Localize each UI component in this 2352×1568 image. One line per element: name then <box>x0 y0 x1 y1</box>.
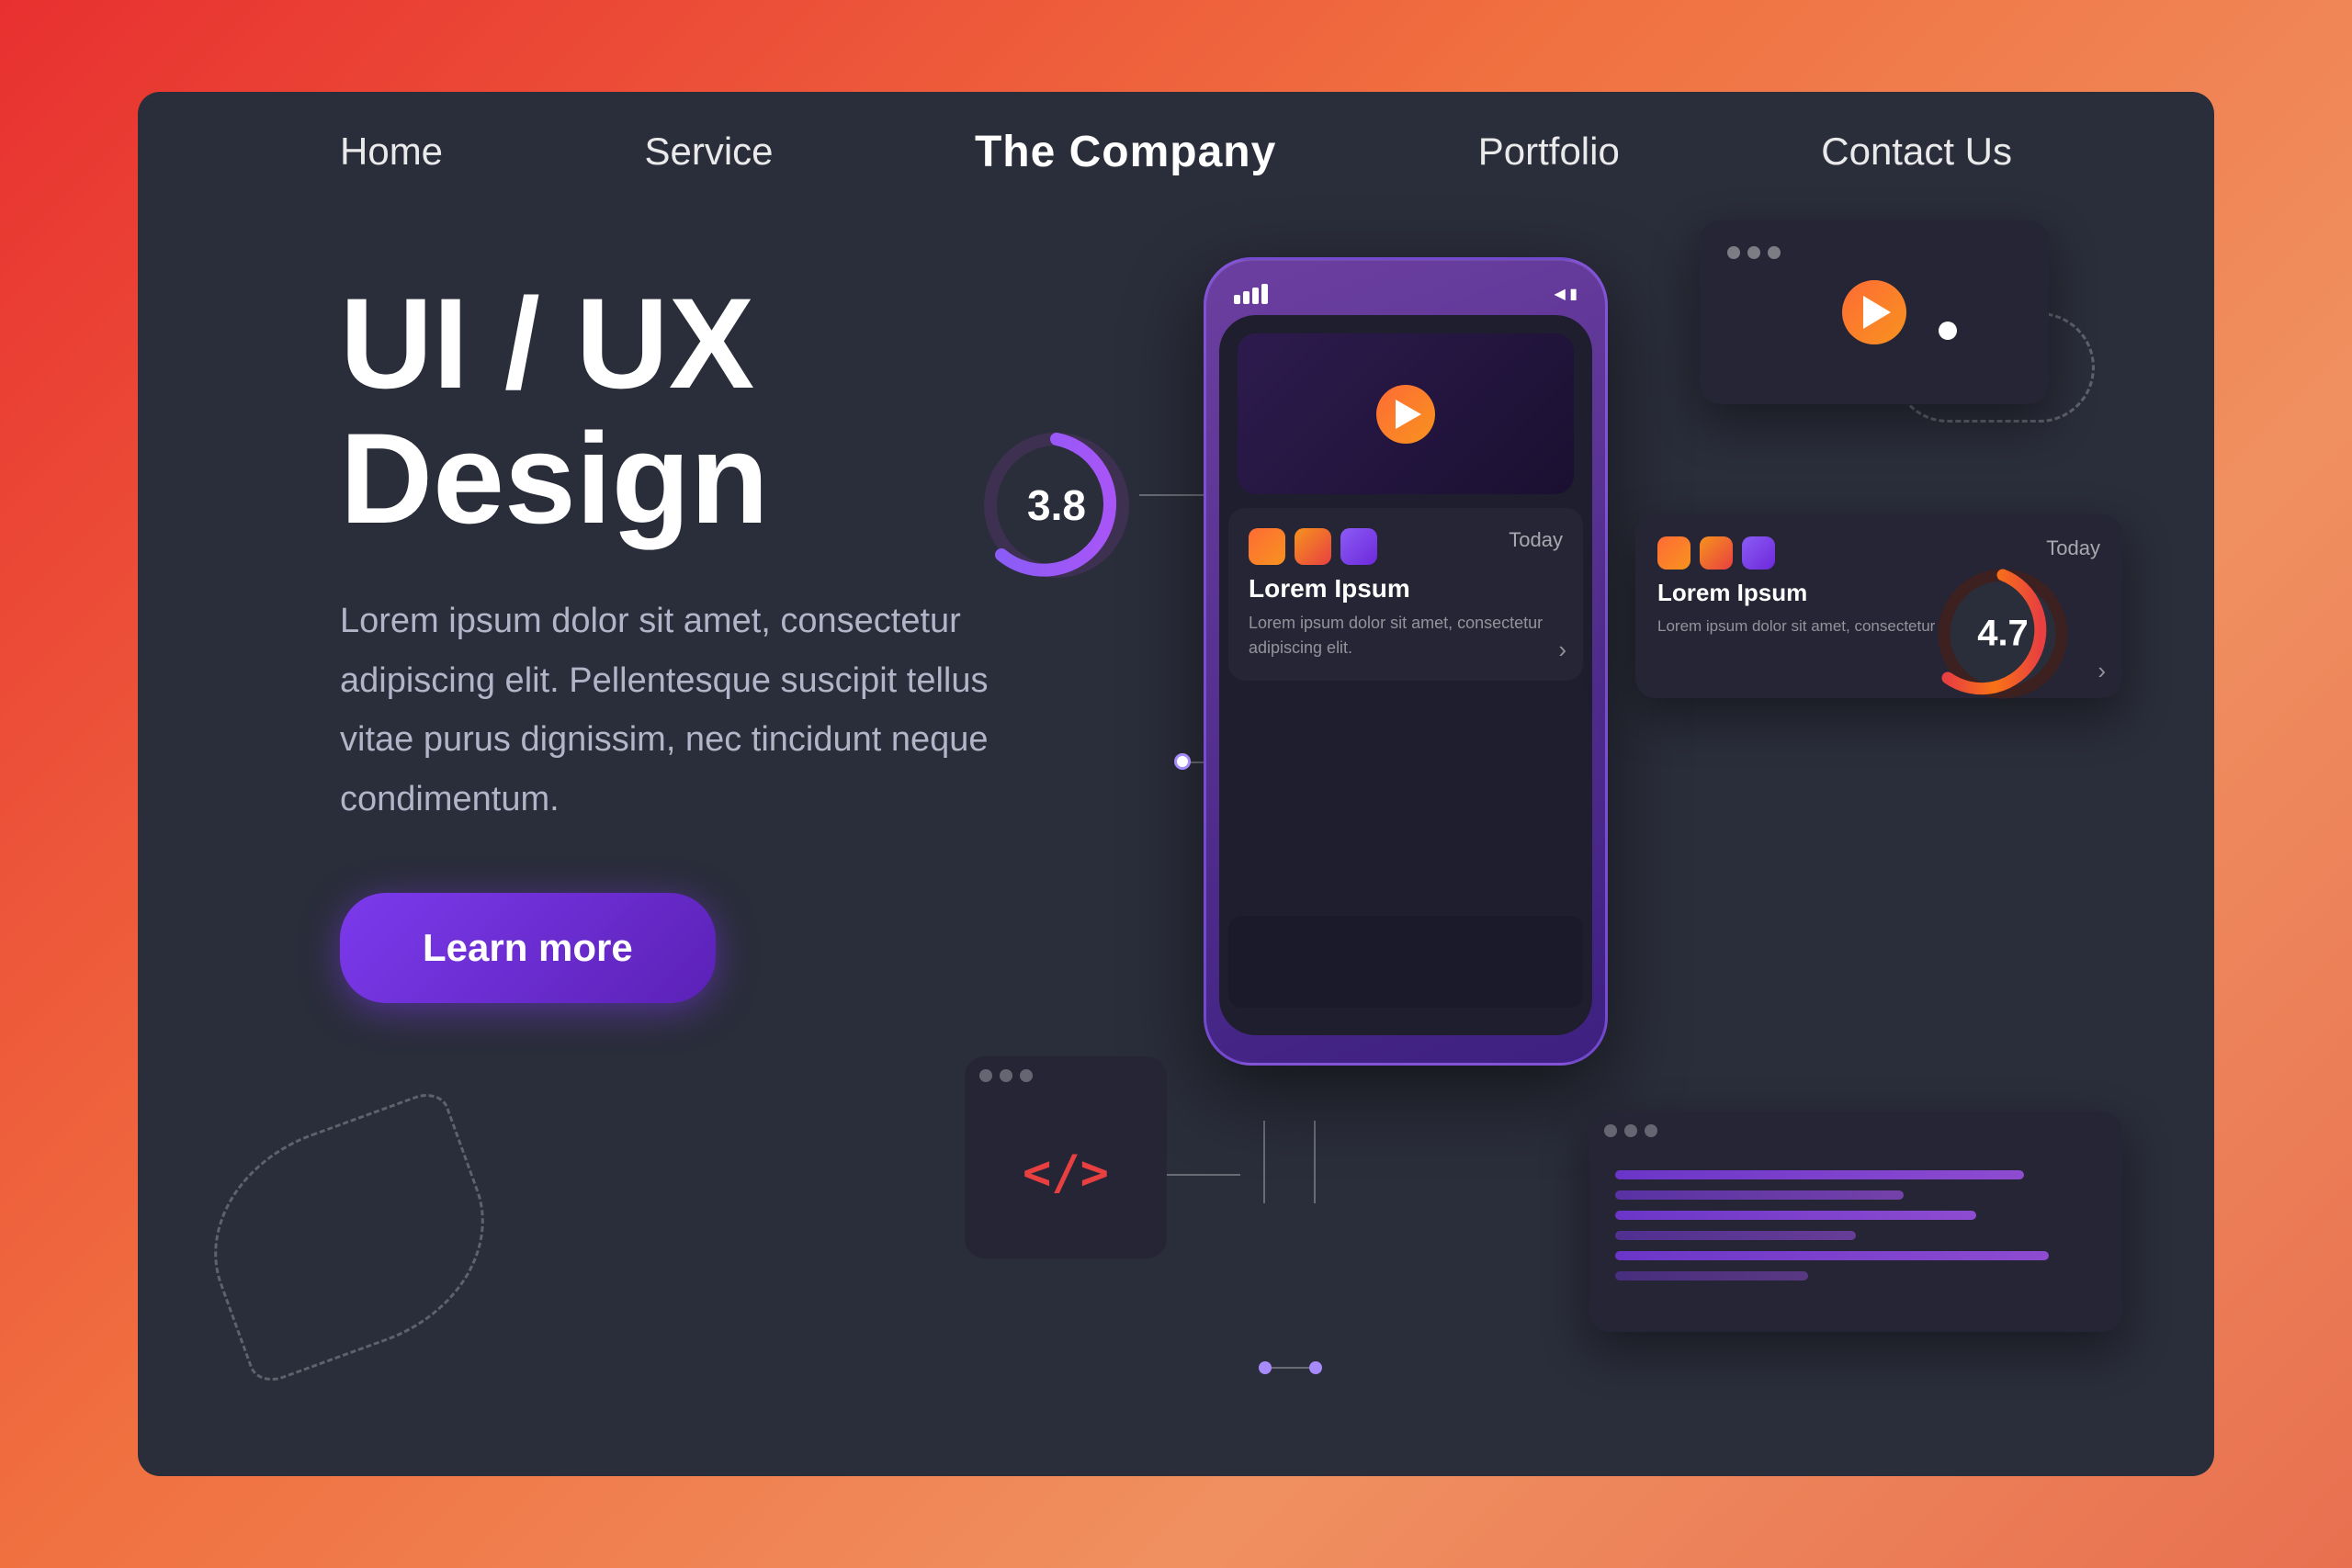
code-lines <box>1589 1143 2122 1280</box>
play-button[interactable] <box>1376 385 1435 444</box>
code-card-float <box>1589 1111 2122 1332</box>
lorem-title: Lorem Ipsum <box>1249 574 1563 604</box>
main-container: Home Service The Company Portfolio Conta… <box>138 92 2214 1476</box>
icon-orange <box>1249 528 1285 565</box>
dot-1 <box>979 1069 992 1082</box>
phone-screen: Today Lorem Ipsum Lorem ipsum dolor sit … <box>1219 315 1592 1035</box>
play-btn-large[interactable] <box>1842 280 1906 344</box>
phone-video-card <box>1238 333 1574 494</box>
icon-purple <box>1340 528 1377 565</box>
vdot-2 <box>1747 246 1760 259</box>
code-dots <box>965 1056 1167 1088</box>
learn-more-button[interactable]: Learn more <box>340 893 716 1003</box>
code-card-left: </> <box>965 1056 1167 1258</box>
connector-dot-top <box>1939 321 1957 340</box>
nav-portfolio[interactable]: Portfolio <box>1478 130 1620 174</box>
lorem-text: Lorem ipsum dolor sit amet, consectetur … <box>1249 611 1563 660</box>
vdot-3 <box>1768 246 1781 259</box>
nav-brand: The Company <box>975 127 1276 177</box>
cfc-dots <box>1589 1111 2122 1143</box>
vert-line-2 <box>1314 1121 1316 1203</box>
signal-bars <box>1234 284 1268 304</box>
connector-dot-mid <box>1174 753 1191 770</box>
today-label: Today <box>1509 528 1563 552</box>
code-line-4 <box>1615 1231 1856 1240</box>
cfc-dot-1 <box>1604 1124 1617 1137</box>
dashed-curve-decoration <box>182 1087 516 1388</box>
phone-empty-card <box>1228 916 1583 1008</box>
phone-area: 3.8 ◀ ▮ <box>946 202 2141 1442</box>
hero-title: UI / UX Design <box>340 276 1075 546</box>
code-line-3 <box>1615 1211 1976 1220</box>
nav-service[interactable]: Service <box>644 130 773 174</box>
phone-lorem-card: Today Lorem Ipsum Lorem ipsum dolor sit … <box>1228 508 1583 681</box>
arrow-icon: › <box>1558 636 1566 664</box>
video-card-float <box>1700 220 2049 404</box>
code-line-2 <box>1615 1190 1904 1200</box>
fc-icon-1 <box>1657 536 1690 570</box>
phone-mockup: ◀ ▮ Today Lorem Ipsum <box>1204 257 1608 1066</box>
hero-section: UI / UX Design Lorem ipsum dolor sit ame… <box>340 276 1075 1003</box>
nav-contact[interactable]: Contact Us <box>1821 130 2012 174</box>
code-line-1 <box>1615 1170 2024 1179</box>
fc-icon-3 <box>1742 536 1775 570</box>
cfc-dot-2 <box>1624 1124 1637 1137</box>
code-line-5 <box>1615 1251 2049 1260</box>
fc-today: Today <box>2046 536 2100 560</box>
fc-icon-2 <box>1700 536 1733 570</box>
cfc-dot-3 <box>1645 1124 1657 1137</box>
bottom-dot-1 <box>1259 1361 1272 1374</box>
bottom-dot-2 <box>1309 1361 1322 1374</box>
rating-38-value: 3.8 <box>1027 480 1086 530</box>
video-dots <box>1713 233 1795 265</box>
hero-description: Lorem ipsum dolor sit amet, consectetur … <box>340 592 1001 829</box>
dot-2 <box>1000 1069 1012 1082</box>
rating-47-value: 4.7 <box>1977 614 2029 655</box>
icon-red <box>1295 528 1331 565</box>
navbar: Home Service The Company Portfolio Conta… <box>138 92 2214 211</box>
nav-home[interactable]: Home <box>340 130 443 174</box>
vert-line-1 <box>1263 1121 1265 1203</box>
code-line-6 <box>1615 1271 1808 1280</box>
connector-line-3 <box>1167 1174 1240 1176</box>
vdot-1 <box>1727 246 1740 259</box>
rating-badge-38: 3.8 <box>974 423 1139 588</box>
rating-badge-47: 4.7 <box>1929 560 2076 707</box>
dot-3 <box>1020 1069 1033 1082</box>
phone-status-bar: ◀ ▮ <box>1234 284 1577 304</box>
fc-arrow: › <box>2098 657 2106 685</box>
code-symbol: </> <box>965 1088 1167 1258</box>
